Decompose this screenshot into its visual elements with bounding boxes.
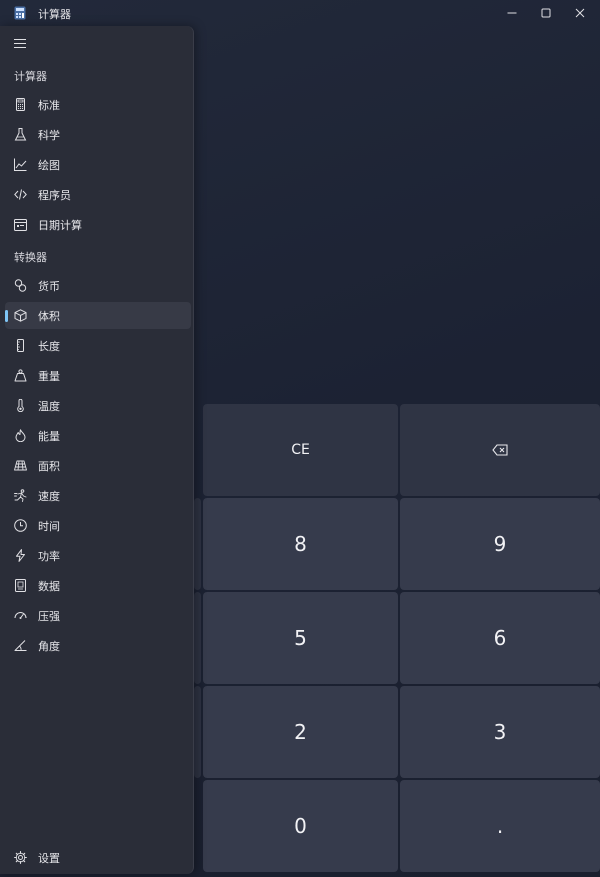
nav-item-scientific[interactable]: 科学: [5, 121, 191, 148]
digit-8-button[interactable]: 8: [203, 498, 398, 590]
nav-item-label: 长度: [38, 340, 60, 353]
calculator-icon: [13, 97, 27, 111]
nav-item-volume[interactable]: 体积: [5, 302, 191, 329]
close-icon: [575, 8, 585, 18]
nav-item-label: 能量: [38, 430, 60, 443]
nav-item-label: 日期计算: [38, 219, 82, 232]
keypad: CE 8 9 5 6 2 3 0 .: [194, 404, 600, 874]
calendar-icon: [13, 217, 27, 231]
gauge-icon: [13, 608, 27, 622]
digit-6-button[interactable]: 6: [400, 592, 600, 684]
clear-entry-button[interactable]: CE: [203, 404, 398, 496]
nav-item-label: 角度: [38, 640, 60, 653]
nav-item-label: 重量: [38, 370, 60, 383]
title-bar: 计算器: [0, 0, 600, 26]
thermometer-icon: [13, 398, 27, 412]
nav-item-power[interactable]: 功率: [5, 542, 191, 569]
nav-item-label: 面积: [38, 460, 60, 473]
nav-item-temperature[interactable]: 温度: [5, 392, 191, 419]
digit-2-button[interactable]: 2: [203, 686, 398, 778]
nav-item-energy[interactable]: 能量: [5, 422, 191, 449]
hamburger-icon: [14, 38, 26, 48]
flame-icon: [13, 428, 27, 442]
nav-item-currency[interactable]: 货币: [5, 272, 191, 299]
nav-item-settings[interactable]: 设置: [5, 844, 191, 871]
decimal-point-button[interactable]: .: [400, 780, 600, 872]
nav-item-label: 压强: [38, 610, 60, 623]
key-partial-left: [194, 686, 201, 778]
nav-item-label: 功率: [38, 550, 60, 563]
gear-icon: [13, 850, 27, 864]
nav-item-label: 数据: [38, 580, 60, 593]
digit-5-button[interactable]: 5: [203, 592, 398, 684]
angle-icon: [13, 638, 27, 652]
nav-item-standard[interactable]: 标准: [5, 91, 191, 118]
nav-item-label: 体积: [38, 310, 60, 323]
window-title: 计算器: [38, 8, 71, 21]
nav-item-date-calculation[interactable]: 日期计算: [5, 211, 191, 238]
ruler-icon: [13, 338, 27, 352]
close-button[interactable]: [557, 0, 600, 26]
nav-item-time[interactable]: 时间: [5, 512, 191, 539]
nav-item-area[interactable]: 面积: [5, 452, 191, 479]
menu-toggle-button[interactable]: [8, 32, 32, 54]
minimize-icon: [507, 12, 517, 14]
nav-item-label: 科学: [38, 129, 60, 142]
key-partial-left: [194, 498, 201, 590]
nav-item-label: 货币: [38, 280, 60, 293]
weight-icon: [13, 368, 27, 382]
clock-icon: [13, 518, 27, 532]
nav-item-pressure[interactable]: 压强: [5, 602, 191, 629]
calculator-app-icon: [14, 6, 26, 20]
key-partial-left: [194, 592, 201, 684]
speed-icon: [13, 488, 27, 502]
cube-icon: [13, 308, 27, 322]
currency-icon: [13, 278, 27, 292]
nav-item-angle[interactable]: 角度: [5, 632, 191, 659]
digit-3-button[interactable]: 3: [400, 686, 600, 778]
nav-item-weight[interactable]: 重量: [5, 362, 191, 389]
nav-item-label: 温度: [38, 400, 60, 413]
digit-0-button[interactable]: 0: [203, 780, 398, 872]
nav-item-data[interactable]: 数据: [5, 572, 191, 599]
lightning-icon: [13, 548, 27, 562]
digit-9-button[interactable]: 9: [400, 498, 600, 590]
nav-item-label: 程序员: [38, 189, 71, 202]
data-icon: [13, 578, 27, 592]
backspace-button[interactable]: [400, 404, 600, 496]
section-label-calculator: 计算器: [14, 70, 47, 83]
nav-item-length[interactable]: 长度: [5, 332, 191, 359]
navigation-pane: 计算器 标准 科学 绘图 程序员 日期计算 转换器 货币 体积 长度 重量 温度…: [0, 26, 194, 874]
flask-icon: [13, 127, 27, 141]
nav-item-label: 设置: [38, 852, 60, 865]
selection-indicator: [5, 310, 8, 322]
nav-item-label: 速度: [38, 490, 60, 503]
nav-item-speed[interactable]: 速度: [5, 482, 191, 509]
maximize-icon: [541, 8, 551, 18]
section-label-converter: 转换器: [14, 251, 47, 264]
nav-item-programmer[interactable]: 程序员: [5, 181, 191, 208]
nav-item-graphing[interactable]: 绘图: [5, 151, 191, 178]
nav-item-label: 绘图: [38, 159, 60, 172]
code-icon: [13, 187, 27, 201]
backspace-icon: [492, 444, 508, 456]
nav-item-label: 标准: [38, 99, 60, 112]
graph-icon: [13, 157, 27, 171]
nav-item-label: 时间: [38, 520, 60, 533]
area-icon: [13, 458, 27, 472]
